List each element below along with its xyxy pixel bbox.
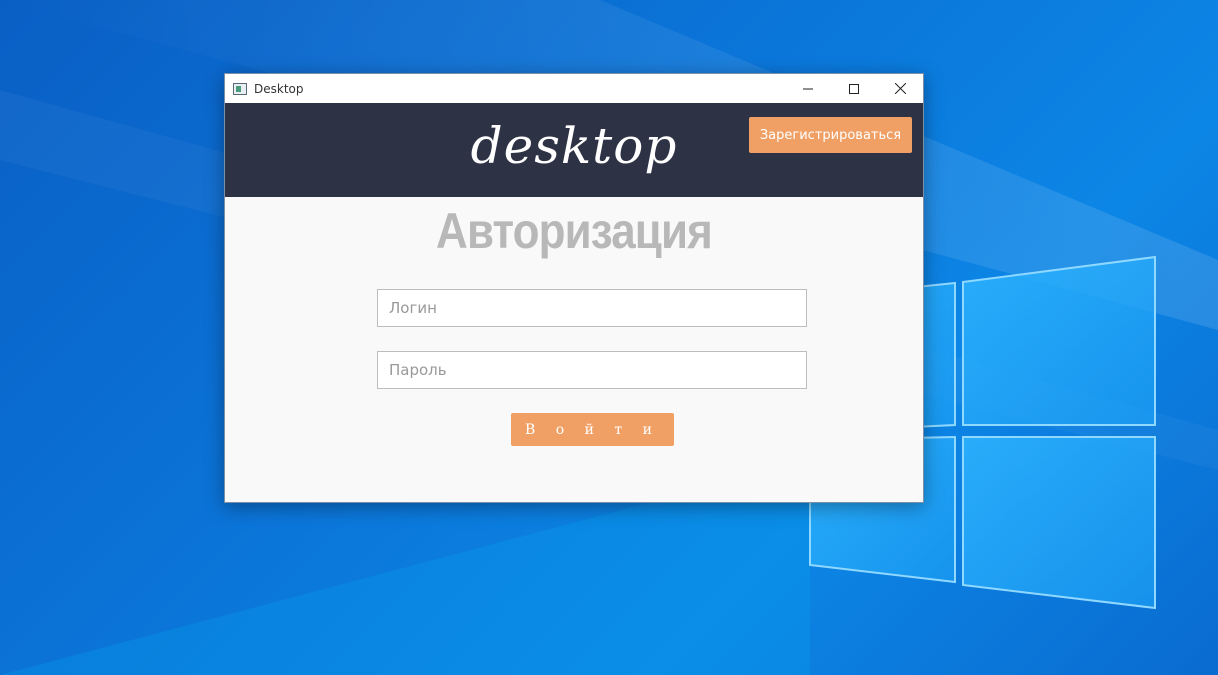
close-button[interactable]	[877, 74, 923, 103]
login-placeholder: Логин	[389, 299, 437, 317]
password-placeholder: Пароль	[389, 361, 447, 379]
close-icon	[894, 83, 906, 94]
app-window: Desktop desktop Зарегистрироваться Автор…	[224, 73, 924, 503]
page-title: Авторизация	[436, 203, 713, 259]
register-button[interactable]: Зарегистрироваться	[749, 117, 912, 153]
app-window-icon	[233, 82, 247, 95]
login-button[interactable]: В о й т и	[511, 413, 674, 446]
app-header: desktop Зарегистрироваться	[225, 103, 923, 197]
title-bar[interactable]: Desktop	[225, 74, 923, 103]
minimize-button[interactable]	[785, 74, 831, 103]
minimize-icon	[803, 88, 813, 89]
maximize-button[interactable]	[831, 74, 877, 103]
maximize-icon	[849, 83, 859, 94]
window-title: Desktop	[254, 81, 304, 96]
password-input[interactable]: Пароль	[377, 351, 807, 389]
login-input[interactable]: Логин	[377, 289, 807, 327]
